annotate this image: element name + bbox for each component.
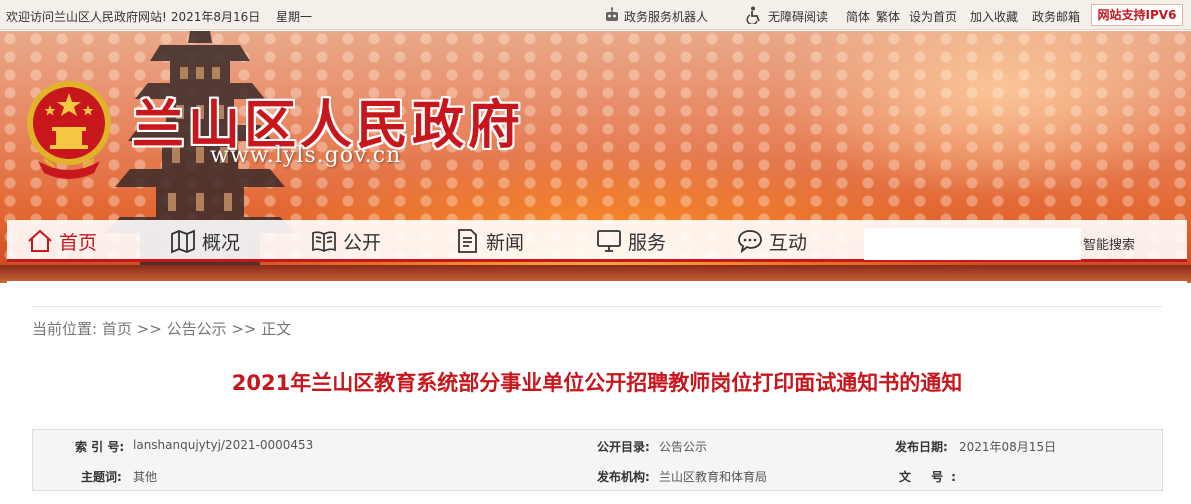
gov-mail-link[interactable]: 政务邮箱: [1032, 8, 1080, 25]
nav-label-overview: 概况: [202, 231, 241, 254]
divider: [32, 306, 1162, 307]
main-content: 当前位置: 首页 >> 公告公示 >> 正文 2021年兰山区教育系统部分事业单…: [7, 281, 1187, 504]
nav-label-interact: 互动: [769, 231, 808, 254]
robot-icon[interactable]: [604, 7, 620, 23]
public-catalog-label: 公开目录:: [597, 440, 650, 454]
robot-link[interactable]: 政务服务机器人: [624, 8, 708, 25]
top-bar: 欢迎访问兰山区人民政府网站! 2021年8月16日 星期一 政务服务机器人 无障碍…: [0, 0, 1191, 30]
breadcrumb: 当前位置: 首页 >> 公告公示 >> 正文: [32, 318, 291, 339]
nav-item-service[interactable]: 服务: [596, 226, 666, 256]
index-number-label: 索 引 号:: [75, 440, 125, 454]
breadcrumb-separator: >>: [136, 320, 162, 338]
topic-label: 主题词:: [81, 470, 122, 484]
current-date: 2021年8月16日: [170, 10, 261, 24]
welcome-message: 欢迎访问兰山区人民政府网站!: [6, 10, 167, 24]
accessibility-link[interactable]: 无障碍阅读: [768, 8, 828, 25]
chat-icon: [738, 230, 762, 254]
article-title: 2021年兰山区教育系统部分事业单位公开招聘教师岗位打印面试通知书的通知: [231, 371, 963, 395]
public-catalog-value: 公告公示: [659, 440, 708, 454]
map-icon: [171, 229, 195, 254]
nav-item-home[interactable]: 首页: [27, 226, 97, 256]
breadcrumb-section-link[interactable]: 公告公示: [167, 320, 227, 338]
publishing-org-value: 兰山区教育和体育局: [659, 470, 768, 484]
index-number-value: lanshanqujytyj/2021-0000453: [133, 438, 314, 452]
accessibility-icon[interactable]: [746, 6, 762, 24]
ipv6-badge: 网站支持IPV6: [1091, 4, 1183, 26]
nav-item-overview[interactable]: 概况: [170, 226, 240, 256]
site-url: www.lyls.gov.cn: [210, 143, 402, 168]
breadcrumb-home-link[interactable]: 首页: [102, 320, 132, 338]
breadcrumb-prefix: 当前位置:: [32, 320, 98, 338]
weekday: 星期一: [276, 10, 313, 24]
add-favorite-link[interactable]: 加入收藏: [970, 8, 1018, 25]
national-emblem-icon: [27, 81, 111, 179]
document-icon: [458, 229, 477, 253]
publishing-org-label: 发布机构:: [597, 470, 650, 484]
welcome-text: 欢迎访问兰山区人民政府网站! 2021年8月16日: [6, 8, 264, 25]
nav-item-public[interactable]: 公开: [311, 226, 381, 256]
breadcrumb-separator: >>: [231, 320, 257, 338]
main-nav: 首页 概况 公开 新闻 服务 互动 智能搜索: [7, 220, 1187, 262]
home-icon: [28, 229, 52, 252]
publish-date-value: 2021年08月15日: [959, 440, 1057, 454]
book-icon: [312, 231, 336, 252]
document-number-label: 文 号:: [899, 470, 964, 484]
set-home-link[interactable]: 设为首页: [909, 8, 957, 25]
nav-label-public: 公开: [343, 231, 382, 254]
publish-date-label: 发布日期:: [895, 440, 948, 454]
breadcrumb-current: 正文: [261, 320, 292, 338]
article-meta-table: 索 引 号: lanshanqujytyj/2021-0000453 公开目录:…: [32, 429, 1163, 491]
search-input[interactable]: [864, 228, 1081, 260]
nav-label-news: 新闻: [486, 231, 525, 254]
smart-search-button[interactable]: 智能搜索: [1083, 234, 1135, 253]
nav-item-interact[interactable]: 互动: [737, 226, 807, 256]
simplified-link[interactable]: 简体: [846, 8, 870, 25]
traditional-link[interactable]: 繁体: [876, 8, 900, 25]
nav-label-home: 首页: [59, 231, 98, 254]
topic-value: 其他: [133, 470, 158, 484]
nav-item-news[interactable]: 新闻: [454, 226, 524, 256]
nav-label-service: 服务: [628, 231, 667, 254]
monitor-icon: [597, 230, 621, 252]
